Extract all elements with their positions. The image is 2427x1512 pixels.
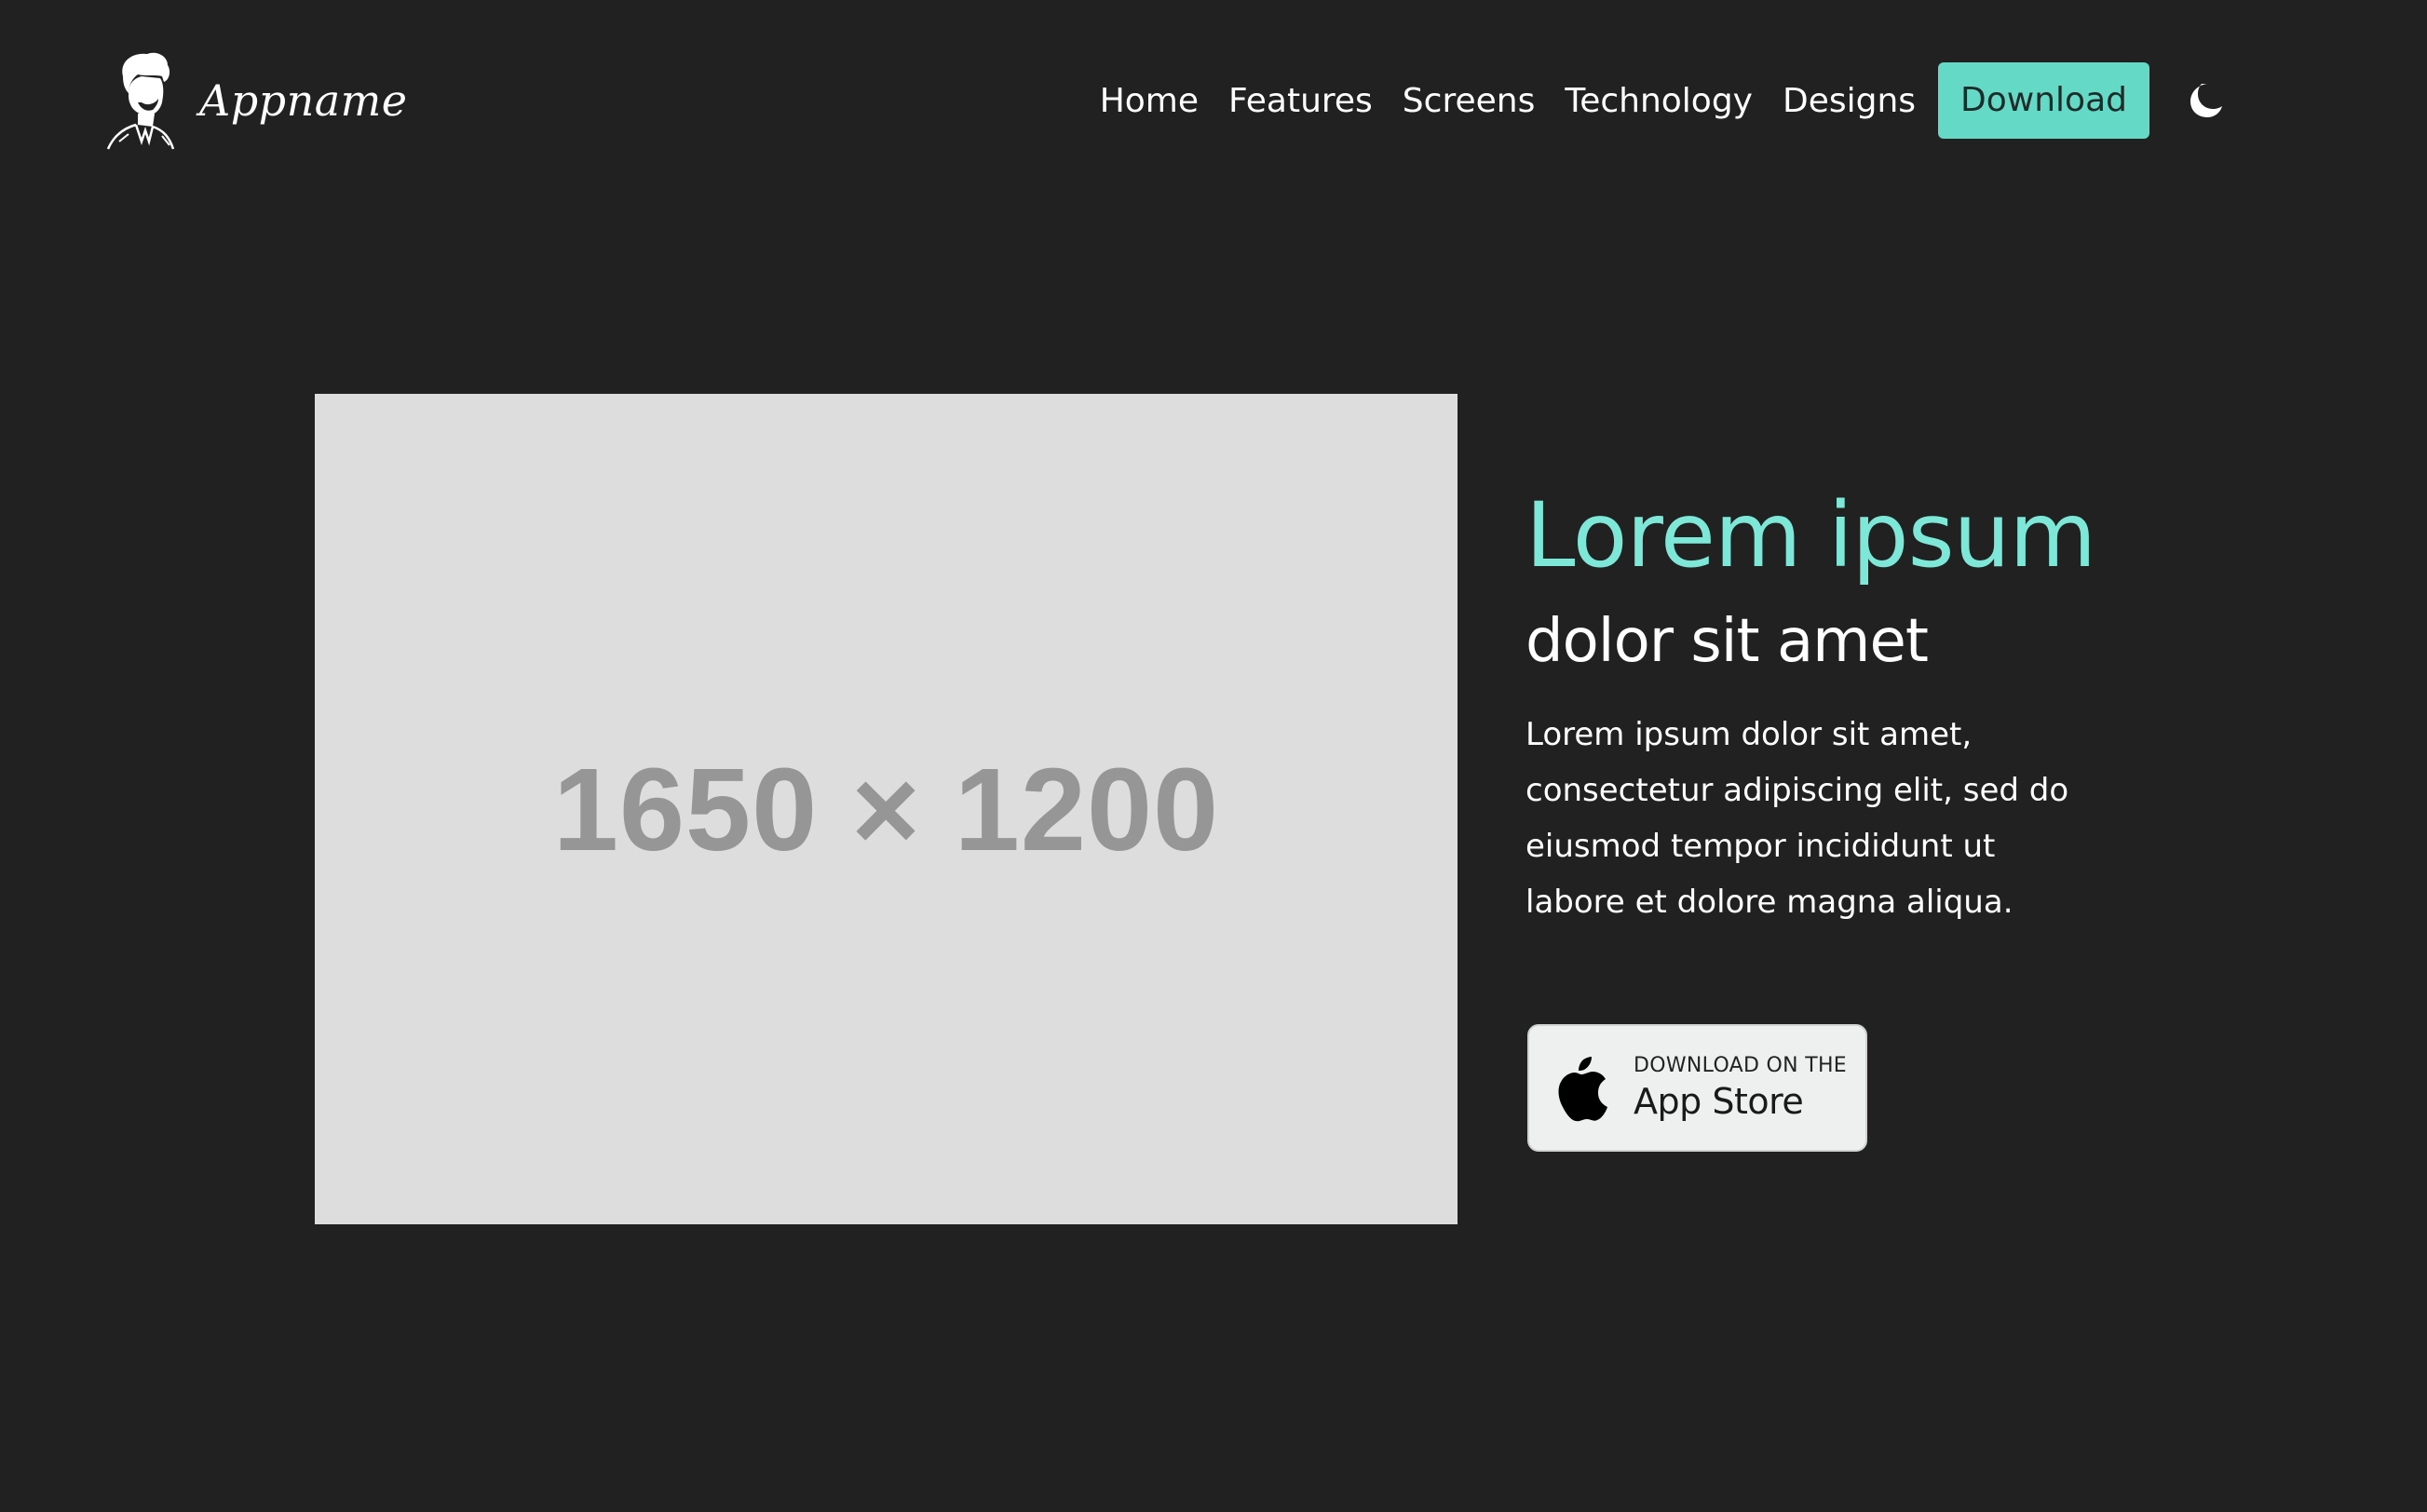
hero-description: Lorem ipsum dolor sit amet, consectetur …	[1525, 716, 2069, 921]
hero-copy: Lorem ipsum dolor sit amet Lorem ipsum d…	[1525, 479, 2131, 930]
main-nav: Home Features Screens Technology Designs…	[1085, 61, 2231, 140]
nav-designs[interactable]: Designs	[1768, 82, 1931, 120]
apple-icon	[1558, 1056, 1607, 1121]
man-portrait-logo-icon	[106, 52, 175, 150]
nav-home[interactable]: Home	[1085, 82, 1214, 120]
nav-technology[interactable]: Technology	[1550, 82, 1768, 120]
theme-toggle-button[interactable]	[2181, 75, 2231, 126]
hero-title: Lorem ipsum	[1525, 483, 2096, 587]
nav-features[interactable]: Features	[1214, 82, 1388, 120]
brand-logo[interactable]: Appname	[101, 48, 408, 153]
app-store-text: DOWNLOAD ON THE App Store	[1634, 1054, 1847, 1122]
hero-image-placeholder: 1650 × 1200	[315, 394, 1458, 1224]
moon-icon	[2190, 84, 2222, 117]
download-button[interactable]: Download	[1938, 62, 2149, 139]
nav-screens[interactable]: Screens	[1388, 82, 1551, 120]
hero-subtitle: dolor sit amet	[1525, 607, 1929, 676]
app-store-caption: DOWNLOAD ON THE	[1634, 1054, 1848, 1077]
app-store-label: App Store	[1634, 1081, 1804, 1122]
app-store-button[interactable]: DOWNLOAD ON THE App Store	[1527, 1024, 1867, 1152]
placeholder-dimensions: 1650 × 1200	[552, 743, 1220, 875]
brand-name: Appname	[199, 75, 408, 126]
